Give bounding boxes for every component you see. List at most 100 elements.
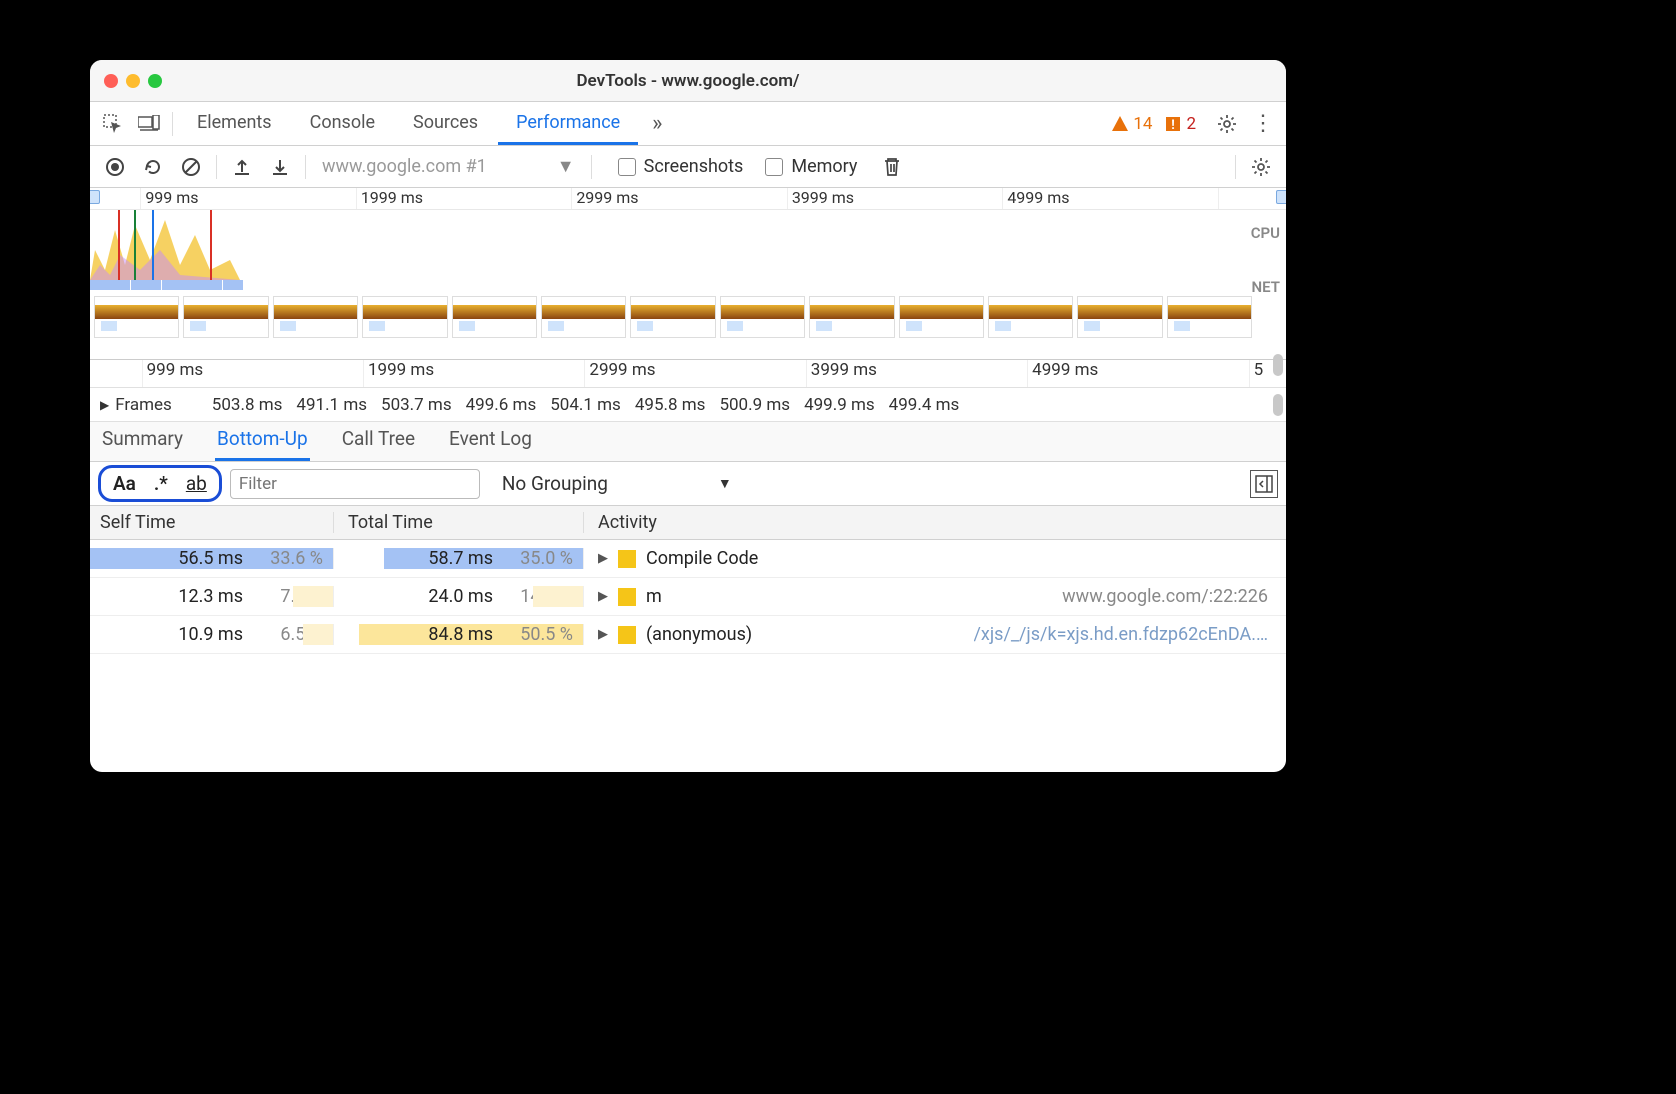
screenshot-thumbnail[interactable] xyxy=(452,296,537,338)
col-total-time[interactable]: Total Time xyxy=(334,512,584,533)
screenshot-thumbnail[interactable] xyxy=(809,296,894,338)
screenshot-thumbnail[interactable] xyxy=(183,296,268,338)
detail-tabs: Summary Bottom-Up Call Tree Event Log xyxy=(90,422,1286,462)
category-color-icon xyxy=(618,626,636,644)
settings-icon[interactable] xyxy=(1210,107,1244,141)
window-title: DevTools - www.google.com/ xyxy=(90,71,1286,91)
marker-red xyxy=(210,210,212,280)
scrollbar-thumb[interactable] xyxy=(1273,354,1283,376)
separator xyxy=(216,155,217,179)
titlebar: DevTools - www.google.com/ xyxy=(90,60,1286,102)
col-activity[interactable]: Activity xyxy=(584,512,1286,533)
screenshot-thumbnail[interactable] xyxy=(720,296,805,338)
expand-icon[interactable]: ▶ xyxy=(598,589,608,604)
activity-name: (anonymous) xyxy=(646,624,752,645)
screenshot-thumbnail[interactable] xyxy=(1077,296,1162,338)
profile-label: www.google.com #1 xyxy=(322,156,487,177)
errors-count: 2 xyxy=(1186,114,1196,134)
screenshot-thumbnail[interactable] xyxy=(899,296,984,338)
tab-summary[interactable]: Summary xyxy=(100,419,185,461)
dropdown-icon: ▼ xyxy=(718,475,732,492)
tab-bottom-up[interactable]: Bottom-Up xyxy=(215,419,310,461)
screenshot-thumbnail[interactable] xyxy=(541,296,626,338)
expand-icon[interactable]: ▶ xyxy=(598,551,608,566)
capture-settings-icon[interactable] xyxy=(1244,150,1278,184)
regex-toggle[interactable]: .* xyxy=(154,472,168,495)
separator xyxy=(1235,155,1236,179)
memory-checkbox[interactable]: Memory xyxy=(765,156,857,177)
checkbox-icon xyxy=(618,158,636,176)
timeline-overview[interactable]: 999 ms 1999 ms 2999 ms 3999 ms 4999 ms C… xyxy=(90,188,1286,360)
table-header: Self Time Total Time Activity xyxy=(90,506,1286,540)
device-toolbar-icon[interactable] xyxy=(132,107,166,141)
screenshots-label: Screenshots xyxy=(644,156,744,177)
screenshot-thumbnail[interactable] xyxy=(1167,296,1252,338)
scrollbar-thumb[interactable] xyxy=(1273,394,1283,416)
chevron-right-icon: ▶ xyxy=(100,398,109,412)
download-profile-icon[interactable] xyxy=(263,150,297,184)
separator xyxy=(591,155,592,179)
delete-profile-icon[interactable] xyxy=(875,150,909,184)
reload-record-button[interactable] xyxy=(136,150,170,184)
toggle-side-panel-icon[interactable] xyxy=(1250,470,1278,498)
activity-name: m xyxy=(646,586,662,607)
warnings-badge[interactable]: 14 xyxy=(1111,114,1152,134)
match-case-toggle[interactable]: Aa xyxy=(113,472,136,495)
devtools-window: DevTools - www.google.com/ Elements Cons… xyxy=(90,60,1286,772)
grouping-selector[interactable]: No Grouping ▼ xyxy=(502,472,732,495)
col-self-time[interactable]: Self Time xyxy=(90,512,334,533)
screenshot-thumbnail[interactable] xyxy=(630,296,715,338)
record-button[interactable] xyxy=(98,150,132,184)
main-timeline-ruler[interactable]: 999 ms 1999 ms 2999 ms 3999 ms 4999 ms 5 xyxy=(90,360,1286,388)
cpu-activity-graph xyxy=(90,210,240,280)
separator xyxy=(305,155,306,179)
svg-text:!: ! xyxy=(1172,118,1176,133)
upload-profile-icon[interactable] xyxy=(225,150,259,184)
table-row[interactable]: 12.3 ms7.3 % 24.0 ms14.3 % ▶ m www.googl… xyxy=(90,578,1286,616)
marker-red xyxy=(118,210,120,280)
kebab-menu-icon[interactable]: ⋮ xyxy=(1246,107,1280,141)
grouping-label: No Grouping xyxy=(502,472,608,495)
frames-track-toggle[interactable]: ▶ Frames xyxy=(100,395,172,415)
category-color-icon xyxy=(618,550,636,568)
inspect-element-icon[interactable] xyxy=(96,107,130,141)
screenshot-thumbnail[interactable] xyxy=(362,296,447,338)
tab-elements[interactable]: Elements xyxy=(179,103,290,145)
filter-input[interactable] xyxy=(230,469,480,499)
table-row[interactable]: 10.9 ms6.5 % 84.8 ms50.5 % ▶ (anonymous)… xyxy=(90,616,1286,654)
tab-console[interactable]: Console xyxy=(292,103,393,145)
separator xyxy=(172,112,173,136)
marker-green xyxy=(134,210,136,280)
overview-ruler-top: 999 ms 1999 ms 2999 ms 3999 ms 4999 ms xyxy=(90,188,1286,210)
activity-source[interactable]: /xjs/_/js/k=xjs.hd.en.fdzp62cEnDA.… xyxy=(974,624,1287,645)
profile-selector[interactable]: www.google.com #1 ▼ xyxy=(314,156,583,177)
filter-mode-buttons: Aa .* ab xyxy=(98,465,222,502)
table-row[interactable]: 56.5 ms33.6 % 58.7 ms35.0 % ▶ Compile Co… xyxy=(90,540,1286,578)
screenshot-filmstrip xyxy=(90,296,1256,338)
tab-sources[interactable]: Sources xyxy=(395,103,496,145)
net-track-label: NET xyxy=(1252,278,1280,296)
screenshot-thumbnail[interactable] xyxy=(94,296,179,338)
screenshot-thumbnail[interactable] xyxy=(273,296,358,338)
screenshot-thumbnail[interactable] xyxy=(988,296,1073,338)
checkbox-icon xyxy=(765,158,783,176)
filter-toolbar: Aa .* ab No Grouping ▼ xyxy=(90,462,1286,506)
tab-event-log[interactable]: Event Log xyxy=(447,419,534,461)
cpu-track-label: CPU xyxy=(1251,224,1280,242)
category-color-icon xyxy=(618,588,636,606)
errors-badge[interactable]: ! 2 xyxy=(1164,114,1196,134)
frames-track[interactable]: ▶ Frames 503.8 ms 491.1 ms 503.7 ms 499.… xyxy=(90,388,1286,422)
clear-button[interactable] xyxy=(174,150,208,184)
tab-call-tree[interactable]: Call Tree xyxy=(340,419,417,461)
memory-label: Memory xyxy=(791,156,857,177)
frames-label: Frames xyxy=(115,395,172,415)
screenshots-checkbox[interactable]: Screenshots xyxy=(618,156,744,177)
main-tabs-bar: Elements Console Sources Performance » 1… xyxy=(90,102,1286,146)
more-tabs-icon[interactable]: » xyxy=(640,107,674,141)
tab-performance[interactable]: Performance xyxy=(498,103,638,145)
frames-values: 503.8 ms 491.1 ms 503.7 ms 499.6 ms 504.… xyxy=(212,395,959,415)
performance-toolbar: www.google.com #1 ▼ Screenshots Memory xyxy=(90,146,1286,188)
whole-word-toggle[interactable]: ab xyxy=(186,472,207,495)
activity-source[interactable]: www.google.com/:22:226 xyxy=(1062,586,1286,607)
expand-icon[interactable]: ▶ xyxy=(598,627,608,642)
